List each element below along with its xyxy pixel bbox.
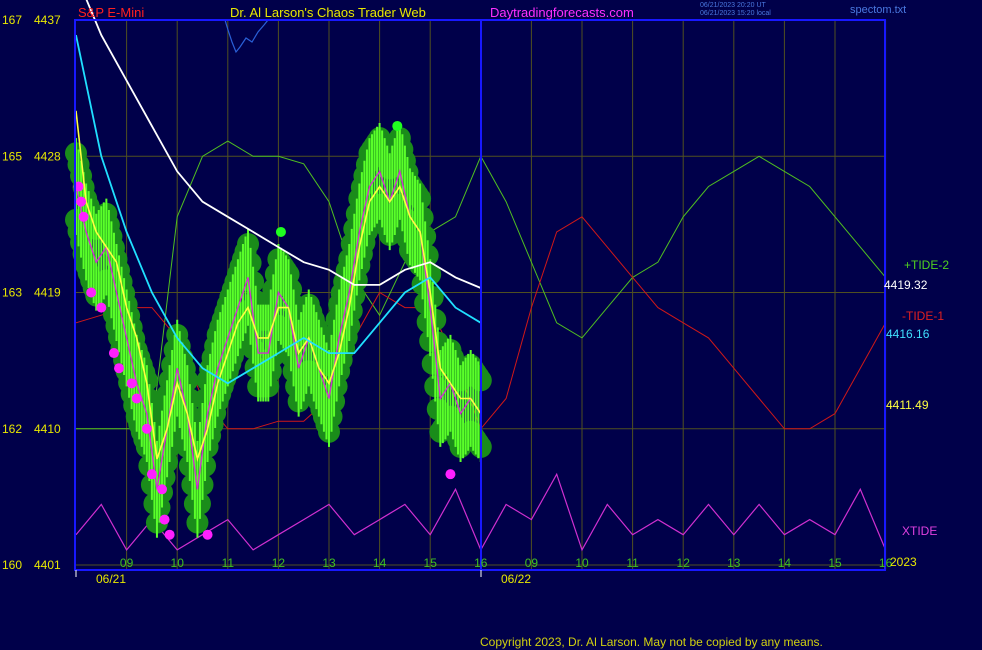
low-marker-8 [131,393,142,404]
y-index-label-2: 163 [2,286,22,300]
x-axis-ticks [75,570,482,577]
low-marker-3 [86,287,97,298]
right-label-2: -TIDE-1 [902,309,944,323]
low-marker-4 [96,302,107,313]
x-tick-label-10: 11 [626,556,639,570]
y-index-label-4: 160 [2,558,22,572]
low-marker-7 [126,378,137,389]
right-label-4: 4411.49 [886,398,929,412]
right-label-3: 4416.16 [886,327,930,341]
data-file-name: spectom.txt [850,4,907,16]
price-spike-top [224,19,269,54]
x-tick-label-11: 12 [677,556,691,570]
page-title: Dr. Al Larson's Chaos Trader Web [230,5,426,20]
low-marker-2 [78,211,89,222]
x-tick-label-4: 13 [322,556,336,570]
y-price-label-1: 4428 [34,149,61,163]
year-label: 2023 [890,555,917,569]
x-tick-label-8: 09 [525,556,539,570]
y-price-label-2: 4419 [34,286,61,300]
timestamp-utc: 06/21/2023 20:20 UT [700,2,766,9]
right-label-0: +TIDE-2 [904,258,949,272]
x-tick-label-6: 15 [424,556,438,570]
y-index-label-0: 167 [2,13,22,27]
y-price-label-3: 4410 [34,422,61,436]
x-tick-label-13: 14 [778,556,792,570]
y-axis-labels: 167 4437 165 4428 163 4419 162 4410 160 4401 [2,13,61,572]
x-tick-label-9: 10 [575,556,589,570]
copyright-notice: Copyright 2023, Dr. Al Larson. May not b… [480,635,823,649]
symbol-title: S&P E-Mini [78,5,145,20]
low-marker-15 [445,469,456,480]
x-tick-label-5: 14 [373,556,387,570]
x-tick-label-0: 09 [120,556,134,570]
site-link[interactable]: Daytradingforecasts.com [490,5,634,20]
low-marker-14 [202,529,213,540]
right-labels: +TIDE-2 4419.32 -TIDE-1 4416.16 4411.49 XTIDE [884,258,949,538]
x-tick-label-3: 12 [272,556,286,570]
low-marker-13 [164,529,175,540]
chart: 167 4437 165 4428 163 4419 162 4410 160 4401 09 10… [2,0,949,586]
x-tick-label-7: 16 [474,556,488,570]
low-marker-1 [76,196,87,207]
timestamp-local: 06/21/2023 15:20 local [700,10,771,17]
right-label-5: XTIDE [902,524,937,538]
y-price-label-4: 4401 [34,558,61,572]
high-marker-0 [275,226,286,237]
low-marker-12 [159,514,170,525]
high-marker-1 [392,120,403,131]
x-tick-label-2: 11 [222,556,235,570]
date-label-0: 06/21 [96,572,126,586]
y-index-label-1: 165 [2,149,22,163]
date-label-1: 06/22 [501,572,531,586]
price-spike-line [224,19,269,54]
low-marker-11 [157,484,168,495]
low-marker-9 [141,423,152,434]
low-marker-6 [114,363,125,374]
right-label-1: 4419.32 [884,278,928,292]
x-tick-label-1: 10 [171,556,185,570]
y-index-label-3: 162 [2,422,22,436]
low-marker-5 [108,348,119,359]
x-tick-label-12: 13 [727,556,741,570]
y-price-label-0: 4437 [34,13,61,27]
low-marker-10 [146,469,157,480]
x-tick-label-14: 15 [828,556,842,570]
